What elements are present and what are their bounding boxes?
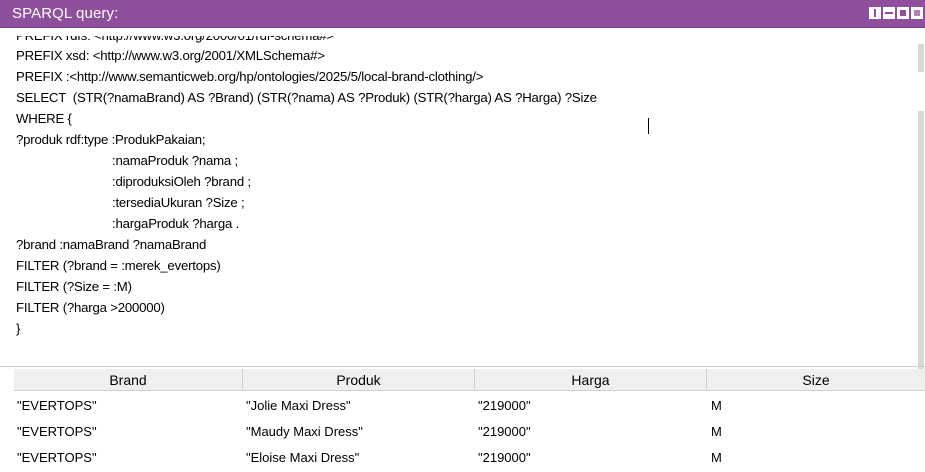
column-header-brand[interactable]: Brand <box>14 369 243 391</box>
cell-harga: "219000" <box>478 450 531 465</box>
query-line: PREFIX rdfs: <http://www.w3.org/2000/01/… <box>16 36 334 45</box>
cell-size: M <box>711 398 722 413</box>
cell-produk: "Eloise Maxi Dress" <box>246 450 360 465</box>
tile-icon[interactable] <box>869 7 881 19</box>
panel-title-bar: SPARQL query: <box>0 0 925 28</box>
query-line: :namaProduk ?nama ; <box>112 153 238 168</box>
cell-brand: "EVERTOPS" <box>17 398 97 413</box>
close-icon[interactable] <box>911 7 923 19</box>
table-row[interactable]: "EVERTOPS" "Maudy Maxi Dress" "219000" M <box>14 420 925 444</box>
cell-size: M <box>711 450 722 465</box>
table-row[interactable]: "EVERTOPS" "Jolie Maxi Dress" "219000" M <box>14 394 925 418</box>
table-row[interactable]: "EVERTOPS" "Eloise Maxi Dress" "219000" … <box>14 446 925 470</box>
scrollbar-thumb[interactable] <box>918 111 924 369</box>
query-line: SELECT (STR(?namaBrand) AS ?Brand) (STR(… <box>16 90 597 105</box>
cell-harga: "219000" <box>478 398 531 413</box>
panel-title: SPARQL query: <box>12 5 119 22</box>
query-line: FILTER (?brand = :merek_evertops) <box>16 258 221 273</box>
query-line: :hargaProduk ?harga . <box>112 216 240 231</box>
window-controls <box>869 7 923 19</box>
query-line: WHERE { <box>16 111 72 126</box>
cell-brand: "EVERTOPS" <box>17 424 97 439</box>
query-line: FILTER (?Size = :M) <box>16 279 132 294</box>
query-line: :diproduksiOleh ?brand ; <box>112 174 251 189</box>
query-line: FILTER (?harga >200000) <box>16 300 165 315</box>
sparql-query-panel: SPARQL query: PREFIX rdfs: <http://www.w… <box>0 0 925 472</box>
cell-harga: "219000" <box>478 424 531 439</box>
column-header-harga[interactable]: Harga <box>475 369 707 391</box>
column-header-size[interactable]: Size <box>707 369 925 391</box>
scrollbar-upper-segment[interactable] <box>918 44 924 72</box>
split-icon[interactable] <box>883 7 895 19</box>
cell-size: M <box>711 424 722 439</box>
cell-produk: "Maudy Maxi Dress" <box>246 424 363 439</box>
query-line: } <box>16 321 21 336</box>
cell-brand: "EVERTOPS" <box>17 450 97 465</box>
query-line: PREFIX xsd: <http://www.w3.org/2001/XMLS… <box>16 48 325 63</box>
query-line: ?produk rdf:type :ProdukPakaian; <box>16 132 206 147</box>
sparql-query-editor[interactable]: PREFIX rdfs: <http://www.w3.org/2000/01/… <box>14 36 910 362</box>
results-table: Brand Produk Harga Size "EVERTOPS" "Joli… <box>14 369 925 472</box>
query-line: :tersediaUkuran ?Size ; <box>112 195 245 210</box>
maximize-icon[interactable] <box>897 7 909 19</box>
pane-divider[interactable] <box>0 366 925 367</box>
cell-produk: "Jolie Maxi Dress" <box>246 398 351 413</box>
results-header: Brand Produk Harga Size <box>14 369 925 391</box>
query-line: PREFIX :<http://www.semanticweb.org/hp/o… <box>16 69 484 84</box>
query-line: ?brand :namaBrand ?namaBrand <box>16 237 207 252</box>
text-cursor <box>648 118 649 134</box>
column-header-produk[interactable]: Produk <box>243 369 475 391</box>
editor-scrollbar[interactable] <box>917 36 925 369</box>
